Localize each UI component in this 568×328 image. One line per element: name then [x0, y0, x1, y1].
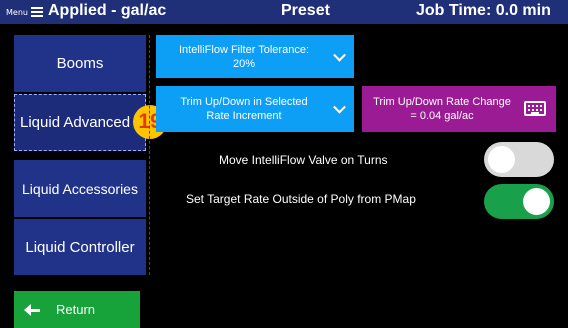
move-valve-toggle[interactable] — [484, 142, 554, 177]
trim-increment-dropdown[interactable]: Trim Up/Down in Selected Rate Increment — [156, 86, 354, 132]
trim-rate-change-line1: Trim Up/Down Rate Change — [373, 96, 511, 108]
trim-rate-change-button[interactable]: Trim Up/Down Rate Change = 0.04 gal/ac — [362, 86, 556, 132]
keyboard-icon — [524, 101, 546, 116]
arrow-left-icon — [24, 303, 40, 317]
menu-button[interactable]: Menu — [6, 3, 43, 21]
nav-item-liquid-accessories[interactable]: Liquid Accessories — [14, 160, 146, 217]
nav-item-liquid-advanced[interactable]: Liquid Advanced — [14, 94, 146, 151]
toggle-knob — [523, 188, 550, 215]
move-valve-label: Move IntelliFlow Valve on Turns — [219, 153, 388, 167]
trim-rate-change-text: Trim Up/Down Rate Change = 0.04 gal/ac — [362, 95, 522, 123]
menu-label: Menu — [6, 7, 28, 17]
target-rate-label: Set Target Rate Outside of Poly from PMa… — [186, 192, 416, 206]
nav-divider — [149, 35, 151, 275]
filter-tolerance-value: 20% — [232, 57, 256, 70]
trim-increment-line2: Rate Increment — [206, 110, 282, 122]
trim-rate-change-line2: = 0.04 gal/ac — [410, 110, 474, 122]
toggle-knob — [488, 146, 515, 173]
target-rate-toggle[interactable] — [484, 184, 554, 219]
chevron-down-icon — [333, 100, 346, 114]
filter-tolerance-text: IntelliFlow Filter Tolerance: 20% — [156, 43, 324, 71]
applied-units-title: Applied - gal/ac — [48, 2, 167, 19]
chevron-down-icon — [333, 48, 346, 62]
filter-tolerance-label: IntelliFlow Filter Tolerance: — [178, 43, 309, 56]
job-time-title: Job Time: 0.0 min — [416, 2, 551, 19]
trim-increment-line1: Trim Up/Down in Selected — [180, 96, 308, 108]
rate-mode-title: Preset — [281, 2, 330, 19]
filter-tolerance-dropdown[interactable]: IntelliFlow Filter Tolerance: 20% — [156, 35, 354, 78]
nav-item-liquid-controller[interactable]: Liquid Controller — [14, 219, 146, 275]
trim-increment-text: Trim Up/Down in Selected Rate Increment — [156, 95, 324, 123]
hamburger-icon — [30, 7, 43, 17]
return-label: Return — [56, 302, 96, 317]
nav-item-booms[interactable]: Booms — [14, 35, 146, 92]
top-bar: Menu Applied - gal/ac Preset Job Time: 0… — [0, 0, 568, 24]
return-button[interactable]: Return — [14, 291, 140, 328]
